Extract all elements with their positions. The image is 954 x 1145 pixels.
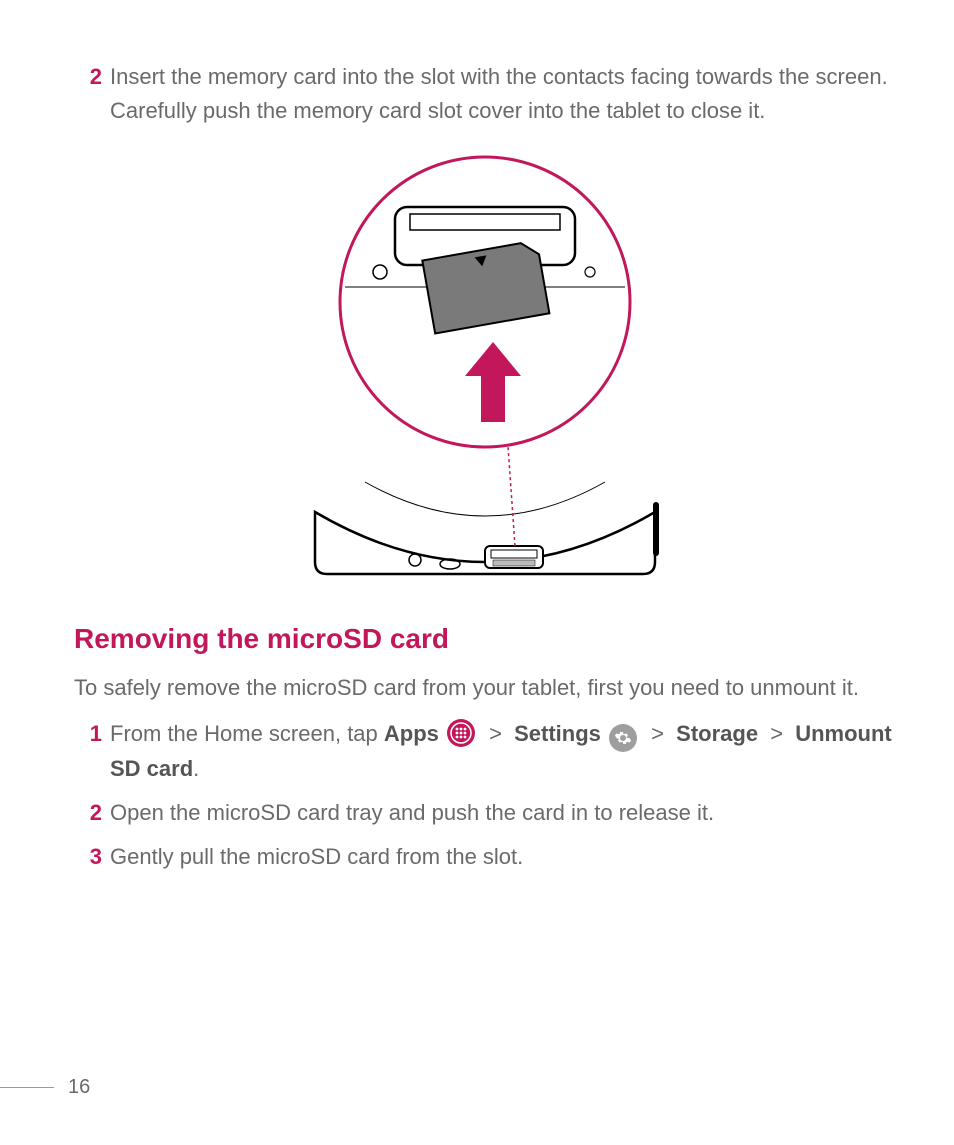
step-number: 3 — [74, 840, 110, 874]
step1-prefix: From the Home screen, tap — [110, 721, 384, 746]
step-number: 2 — [74, 60, 110, 94]
instruction-step: 2 Open the microSD card tray and push th… — [74, 796, 896, 830]
separator-gt: > — [770, 721, 783, 746]
instruction-step: 2 Insert the memory card into the slot w… — [74, 60, 896, 128]
page-number-bar: 16 — [0, 1076, 90, 1099]
storage-label: Storage — [676, 721, 758, 746]
settings-label: Settings — [514, 721, 601, 746]
instruction-step: 1 From the Home screen, tap Apps > Setti… — [74, 717, 896, 786]
instruction-step: 3 Gently pull the microSD card from the … — [74, 840, 896, 874]
apps-label: Apps — [384, 721, 439, 746]
step-text: From the Home screen, tap Apps > Setting… — [110, 717, 896, 786]
page-number-line — [0, 1087, 54, 1088]
section-intro: To safely remove the microSD card from y… — [74, 671, 896, 705]
page: 2 Insert the memory card into the slot w… — [0, 0, 954, 1145]
sd-card-diagram-icon — [275, 152, 695, 582]
section-heading: Removing the microSD card — [74, 623, 896, 655]
separator-gt: > — [651, 721, 664, 746]
separator-gt: > — [489, 721, 502, 746]
settings-gear-icon — [609, 724, 637, 752]
step-text: Gently pull the microSD card from the sl… — [110, 840, 896, 874]
page-number: 16 — [54, 1076, 90, 1099]
step-number: 2 — [74, 796, 110, 830]
apps-icon — [447, 719, 475, 747]
period: . — [193, 756, 199, 781]
step-number: 1 — [74, 717, 110, 751]
step-text: Insert the memory card into the slot wit… — [110, 60, 896, 128]
figure-insert-sd — [74, 152, 896, 587]
step-text: Open the microSD card tray and push the … — [110, 796, 896, 830]
